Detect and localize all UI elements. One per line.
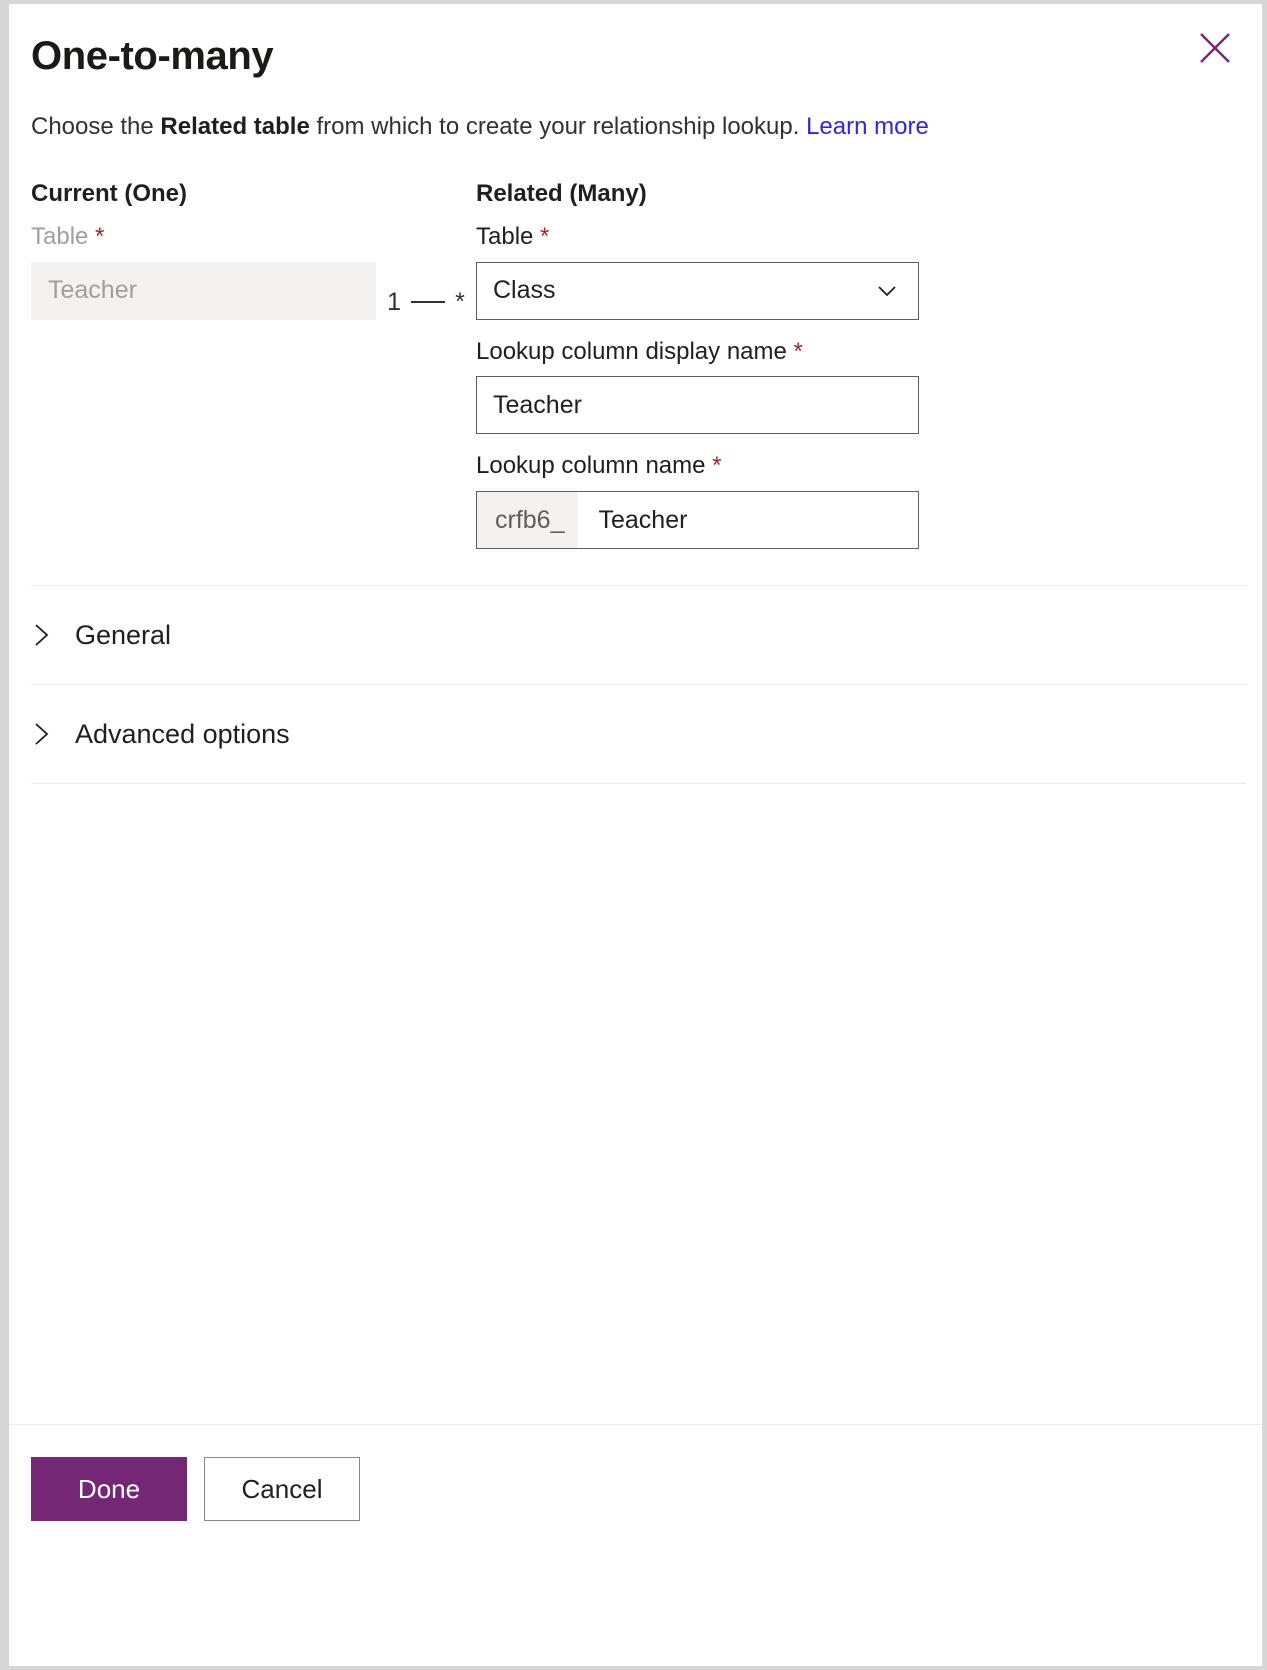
- related-table-label-text: Table: [476, 222, 534, 250]
- connector-line: [411, 301, 446, 304]
- close-icon: [1198, 31, 1232, 65]
- learn-more-link[interactable]: Learn more: [806, 113, 929, 140]
- current-table-value: Teacher: [48, 276, 137, 305]
- description-bold: Related table: [160, 113, 310, 140]
- required-asterisk: *: [540, 222, 550, 250]
- lookup-display-name-label-text: Lookup column display name: [476, 337, 787, 365]
- cardinality-many: *: [455, 287, 465, 316]
- advanced-options-section-label: Advanced options: [75, 718, 290, 749]
- done-button[interactable]: Done: [31, 1457, 187, 1522]
- chevron-down-icon: [872, 276, 902, 306]
- current-one-column: Current (One) Table * Teacher: [31, 180, 376, 320]
- dialog-footer: Done Cancel: [9, 1425, 1262, 1522]
- related-table-label: Table *: [476, 223, 919, 252]
- related-table-value: Class: [493, 276, 556, 305]
- related-many-heading: Related (Many): [476, 180, 647, 208]
- current-table-label-text: Table: [31, 222, 89, 250]
- required-asterisk: *: [712, 452, 722, 480]
- lookup-display-name-input[interactable]: Teacher: [476, 376, 919, 435]
- cardinality-one: 1: [387, 287, 402, 316]
- lookup-column-name-label-text: Lookup column name: [476, 452, 706, 480]
- lookup-display-name-value: Teacher: [493, 390, 582, 419]
- lookup-display-name-label: Lookup column display name *: [476, 338, 919, 367]
- close-button[interactable]: [1193, 26, 1237, 70]
- description-suffix: from which to create your relationship l…: [309, 113, 807, 140]
- related-table-dropdown[interactable]: Class: [476, 261, 919, 320]
- lookup-column-name-value: Teacher: [598, 505, 688, 534]
- chevron-right-icon: [31, 719, 53, 749]
- description-prefix: Choose the: [31, 113, 161, 140]
- lookup-display-name-field: Lookup column display name * Teacher: [476, 338, 919, 435]
- general-section-label: General: [75, 619, 172, 650]
- one-to-many-dialog: One-to-many Choose the Related table fro…: [0, 0, 1267, 1670]
- related-table-field: Table * Class: [476, 223, 919, 320]
- required-asterisk: *: [793, 337, 803, 365]
- page-title: One-to-many: [31, 34, 274, 78]
- lookup-column-name-input[interactable]: crfb6_ Teacher: [476, 491, 919, 550]
- current-table-label: Table *: [31, 223, 376, 252]
- dialog-description: Choose the Related table from which to c…: [9, 111, 1262, 143]
- lookup-column-name-label: Lookup column name *: [476, 452, 919, 481]
- sidebar-item-general[interactable]: General: [9, 586, 1262, 684]
- related-many-column: Related (Many) Table * Class Lookup colu…: [476, 180, 919, 550]
- required-asterisk: *: [95, 222, 105, 250]
- lookup-column-name-prefix: crfb6_: [477, 492, 579, 549]
- cancel-button[interactable]: Cancel: [204, 1457, 360, 1522]
- current-one-heading: Current (One): [31, 180, 187, 208]
- sidebar-item-advanced-options[interactable]: Advanced options: [9, 685, 1262, 783]
- chevron-right-icon: [31, 620, 53, 650]
- relationship-form: Current (One) Table * Teacher 1 * Relate…: [9, 180, 1262, 550]
- cardinality-connector: 1 *: [376, 273, 476, 331]
- current-table-input: Teacher: [31, 261, 376, 320]
- dialog-header: One-to-many: [9, 4, 1262, 78]
- lookup-column-name-field: Lookup column name * crfb6_ Teacher: [476, 452, 919, 550]
